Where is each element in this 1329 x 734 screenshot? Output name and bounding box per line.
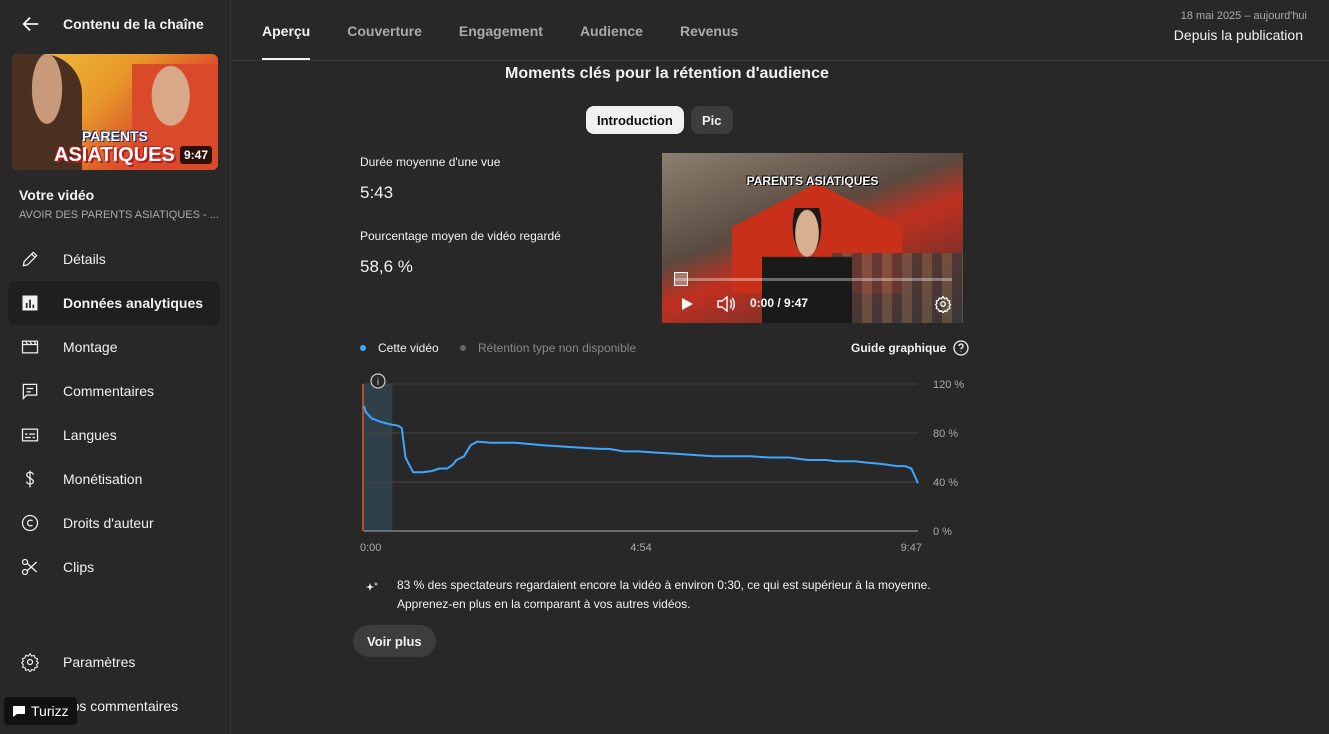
legend-dot: [360, 345, 366, 351]
comments-icon: [22, 383, 38, 401]
insight-line-1: 83 % des spectateurs regardaient encore …: [397, 578, 931, 592]
thumbnail-text-line1: PARENTS: [82, 128, 148, 144]
settings-gear-icon[interactable]: [934, 295, 952, 313]
avg-percent-value: 58,6 %: [360, 257, 413, 276]
your-video-label: Votre vidéo: [19, 187, 95, 203]
chart-y-tick-label: 40 %: [933, 477, 958, 489]
chart-y-tick-label: 120 %: [933, 379, 964, 391]
sidebar: Contenu de la chaîne PARENTS ASIATIQUES …: [0, 0, 231, 734]
sidebar-item-analytics[interactable]: Données analytiques: [8, 281, 220, 325]
chart-y-tick-label: 0 %: [933, 526, 952, 538]
chart-info-icon-glyph: i: [377, 377, 379, 388]
legend-typical: Rétention type non disponible: [460, 341, 636, 355]
chart-x-tick-label: 4:54: [630, 542, 651, 554]
sidebar-item-editor[interactable]: Montage: [8, 325, 220, 369]
avg-percent-label: Pourcentage moyen de vidéo regardé: [360, 229, 561, 243]
tab-audience[interactable]: Audience: [580, 0, 643, 61]
tab-reach[interactable]: Couverture: [347, 0, 422, 61]
play-icon[interactable]: [680, 297, 694, 311]
legend-label: Cette vidéo: [378, 341, 439, 355]
sidebar-item-label: Monétisation: [63, 471, 143, 487]
avg-view-duration-label: Durée moyenne d'une vue: [360, 155, 501, 169]
chart-guide-label: Guide graphique: [851, 341, 947, 355]
sidebar-item-details[interactable]: Détails: [8, 237, 220, 281]
thumbnail-text-line2: ASIATIQUES: [54, 144, 175, 166]
chart-series-line: [363, 405, 919, 484]
see-more-button[interactable]: Voir plus: [353, 625, 436, 657]
chart-highlight-band: [364, 384, 393, 531]
player-controls: 0:00 / 9:47: [662, 293, 963, 315]
subtitles-icon: [21, 428, 39, 442]
turizz-label: Turizz: [31, 703, 69, 719]
analytics-icon: [22, 295, 38, 311]
sidebar-item-settings[interactable]: Paramètres: [8, 640, 220, 684]
turizz-overlay-badge[interactable]: Turizz: [4, 697, 77, 725]
video-player[interactable]: PARENTS ASIATIQUES 0:00 / 9:47: [662, 153, 963, 323]
retention-chart[interactable]: 120 % 80 % 40 % 0 % 0:00 4:54 9:47 i: [360, 372, 970, 557]
insight-line-2: Apprenez-en plus en la comparant à vos a…: [397, 597, 691, 611]
sidebar-item-label: Langues: [63, 427, 117, 443]
legend-dot: [460, 345, 466, 351]
sidebar-item-label: Clips: [63, 559, 95, 575]
player-time: 0:00 / 9:47: [750, 296, 809, 310]
tab-divider: [232, 60, 1329, 61]
sidebar-item-comments[interactable]: Commentaires: [8, 369, 220, 413]
date-range: 18 mai 2025 – aujourd'hui: [1180, 10, 1307, 22]
scissors-icon: [21, 558, 38, 576]
sidebar-item-label: Commentaires: [63, 383, 155, 399]
gear-icon: [20, 652, 40, 672]
sidebar-item-monetization[interactable]: Monétisation: [8, 457, 220, 501]
thumbnail-duration: 9:47: [179, 146, 212, 164]
sidebar-item-label: Montage: [63, 339, 118, 355]
volume-icon[interactable]: [716, 296, 736, 312]
section-title: Moments clés pour la rétention d'audienc…: [505, 65, 829, 82]
video-thumbnail[interactable]: PARENTS ASIATIQUES 9:47: [12, 54, 218, 170]
editor-icon: [21, 340, 39, 354]
sidebar-item-label: Droits d'auteur: [63, 515, 154, 531]
main-content: Aperçu Couverture Engagement Audience Re…: [232, 0, 1329, 734]
chart-guide-link[interactable]: Guide graphique: [851, 340, 969, 356]
sidebar-header: Contenu de la chaîne: [0, 0, 231, 48]
chat-icon: [13, 706, 25, 717]
pill-peak[interactable]: Pic: [691, 106, 733, 134]
analytics-tabs: Aperçu Couverture Engagement Audience Re…: [262, 0, 775, 61]
dollar-icon: [26, 470, 34, 488]
period-selector[interactable]: Depuis la publication: [1174, 27, 1303, 43]
help-icon: [953, 340, 969, 356]
tab-engagement[interactable]: Engagement: [459, 0, 543, 61]
pencil-icon: [22, 251, 38, 267]
sidebar-nav: Détails Données analytiques Montage Comm…: [8, 237, 220, 589]
sidebar-item-label: Vos commentaires: [63, 698, 179, 714]
chart-x-tick-label: 9:47: [901, 542, 922, 554]
sidebar-item-label: Détails: [63, 251, 106, 267]
legend-label: Rétention type non disponible: [478, 341, 637, 355]
video-title: AVOIR DES PARENTS ASIATIQUES - ...: [19, 209, 219, 221]
sidebar-title: Contenu de la chaîne: [63, 16, 204, 32]
pill-introduction[interactable]: Introduction: [586, 106, 684, 134]
copyright-icon: [21, 514, 39, 532]
retention-insight: 83 % des spectateurs regardaient encore …: [397, 576, 931, 614]
player-scrub-handle[interactable]: [674, 272, 688, 286]
chart-x-tick-label: 0:00: [360, 542, 381, 554]
tab-revenue[interactable]: Revenus: [680, 0, 738, 61]
chart-y-tick-label: 80 %: [933, 428, 958, 440]
legend-this-video: Cette vidéo: [360, 341, 439, 355]
player-frame-title: PARENTS ASIATIQUES: [746, 174, 879, 188]
player-progress-bar[interactable]: [674, 278, 952, 281]
tab-overview[interactable]: Aperçu: [262, 0, 311, 61]
arrow-back-icon[interactable]: [20, 13, 42, 35]
sidebar-item-languages[interactable]: Langues: [8, 413, 220, 457]
sparkle-icon: [366, 582, 378, 591]
sidebar-item-label: Données analytiques: [63, 295, 204, 311]
sidebar-item-label: Paramètres: [63, 654, 136, 670]
sidebar-item-clips[interactable]: Clips: [8, 545, 220, 589]
sidebar-item-copyright[interactable]: Droits d'auteur: [8, 501, 220, 545]
avg-view-duration-value: 5:43: [360, 183, 394, 202]
